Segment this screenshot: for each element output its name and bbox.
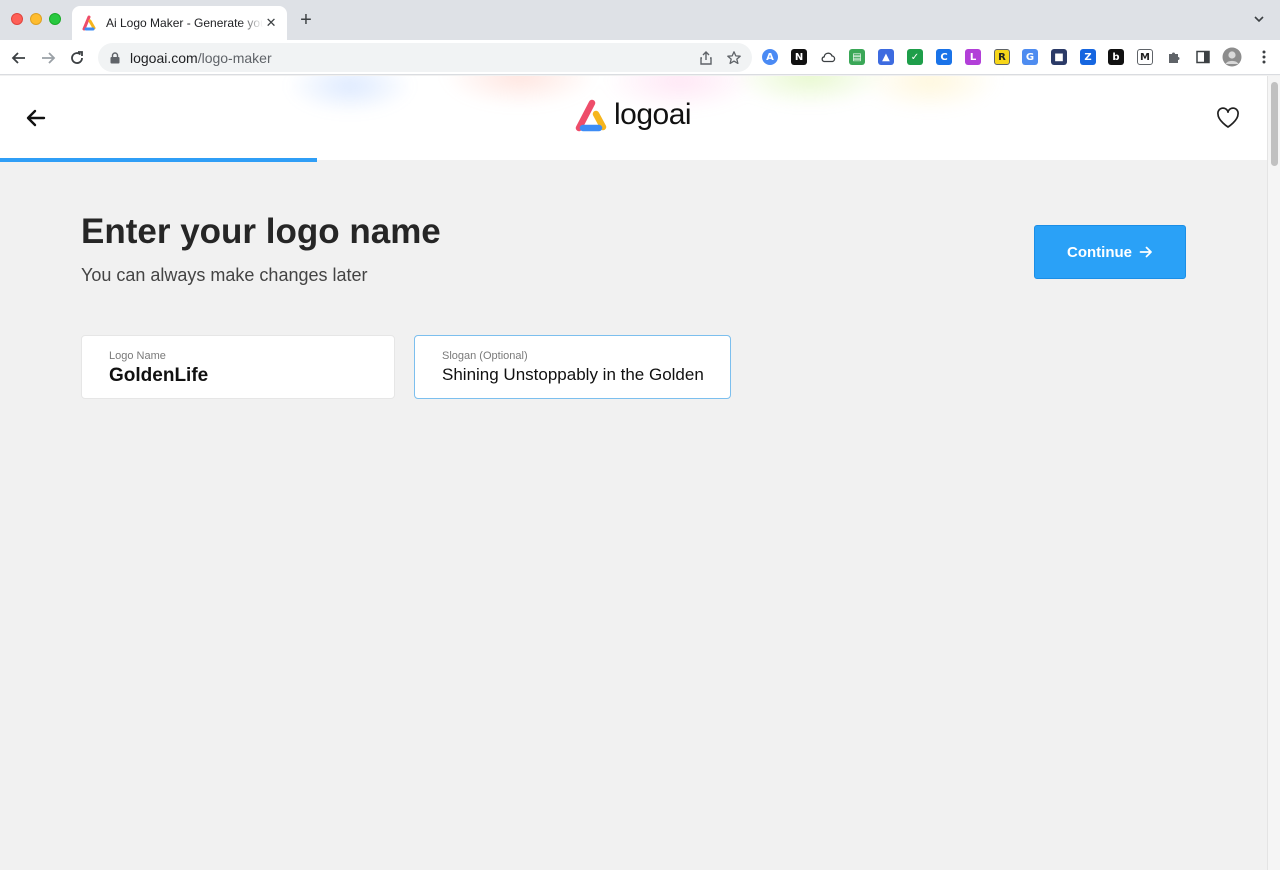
tab-close-icon[interactable]: ✕ [263,15,279,31]
page-subtitle: You can always make changes later [81,265,368,285]
browser-tab-active[interactable]: Ai Logo Maker - Generate your ✕ [72,6,287,40]
slogan-field[interactable]: Slogan (Optional) [414,335,731,399]
lock-icon [110,51,120,63]
address-bar[interactable]: logoai.com/logo-maker [98,43,752,72]
window-minimize-button[interactable] [30,13,42,25]
logo-name-input[interactable] [109,365,371,387]
favorites-heart-icon[interactable] [1215,106,1241,130]
reload-icon [71,51,83,64]
green-reader-extension-icon[interactable]: ▤ [849,49,865,65]
dark-photo-extension-icon[interactable]: ■ [1051,49,1067,65]
continue-button-label: Continue [1067,243,1132,261]
yellow-r-extension-icon[interactable]: R [994,49,1010,65]
brand-logo[interactable]: logoai [574,97,692,133]
slogan-label: Slogan (Optional) [442,350,528,362]
b-extension-icon[interactable]: b [1108,49,1124,65]
notion-extension-icon[interactable]: N [791,49,807,65]
continue-button[interactable]: Continue [1034,225,1186,279]
scrollbar-thumb[interactable] [1271,82,1278,166]
logoai-favicon-icon [82,15,96,31]
extensions-puzzle-icon[interactable] [1166,49,1182,65]
translate-extension-icon[interactable]: G [1022,49,1038,65]
blue-circle-extension-icon[interactable]: C [936,49,952,65]
z-extension-icon[interactable]: Z [1080,49,1096,65]
page-title: Enter your logo name [81,212,441,251]
bookmark-star-icon[interactable] [726,50,742,66]
arrow-left-icon [11,52,25,64]
back-arrow-icon[interactable] [24,106,48,130]
browser-toolbar: logoai.com/logo-maker A N ▤ ▲ ✓ C L R G ■ Zb M [0,40,1280,75]
purple-lr-extension-icon[interactable]: L [965,49,981,65]
browser-forward-button[interactable] [37,47,59,69]
tab-title: Ai Logo Maker - Generate your [106,16,264,30]
site-header: logoai [0,76,1267,160]
blue-screenshot-extension-icon[interactable]: ▲ [878,49,894,65]
window-close-button[interactable] [11,13,23,25]
url-host: logoai.com [130,49,198,66]
brand-name: logoai [614,98,692,131]
side-panel-icon[interactable] [1195,49,1211,65]
m-extension-icon[interactable]: M [1137,49,1153,65]
page-scrollbar[interactable] [1267,76,1280,870]
window-maximize-button[interactable] [49,13,61,25]
logo-name-label: Logo Name [109,350,166,362]
url-path: /logo-maker [197,49,272,66]
step-progress-bar [0,158,317,162]
url-text: logoai.com/logo-maker [130,50,272,66]
arc-extension-icon[interactable]: A [762,49,778,65]
browser-reload-button[interactable] [66,47,88,69]
browser-back-button[interactable] [8,47,30,69]
arrow-right-icon [1139,246,1152,258]
logoai-mark-icon [575,99,607,132]
profile-avatar[interactable] [1222,47,1242,67]
cloud-extension-icon[interactable] [820,49,836,65]
logo-name-field[interactable]: Logo Name [81,335,395,399]
arrow-right-icon [42,52,56,64]
share-icon[interactable] [698,50,714,66]
browser-menu-icon[interactable] [1256,49,1272,65]
checkmark-extension-icon[interactable]: ✓ [907,49,923,65]
browser-titlebar: Ai Logo Maker - Generate your ✕ + [0,0,1280,40]
tab-search-chevron-icon[interactable] [1252,12,1266,26]
slogan-input[interactable] [442,365,704,385]
new-tab-button[interactable]: + [296,10,316,30]
